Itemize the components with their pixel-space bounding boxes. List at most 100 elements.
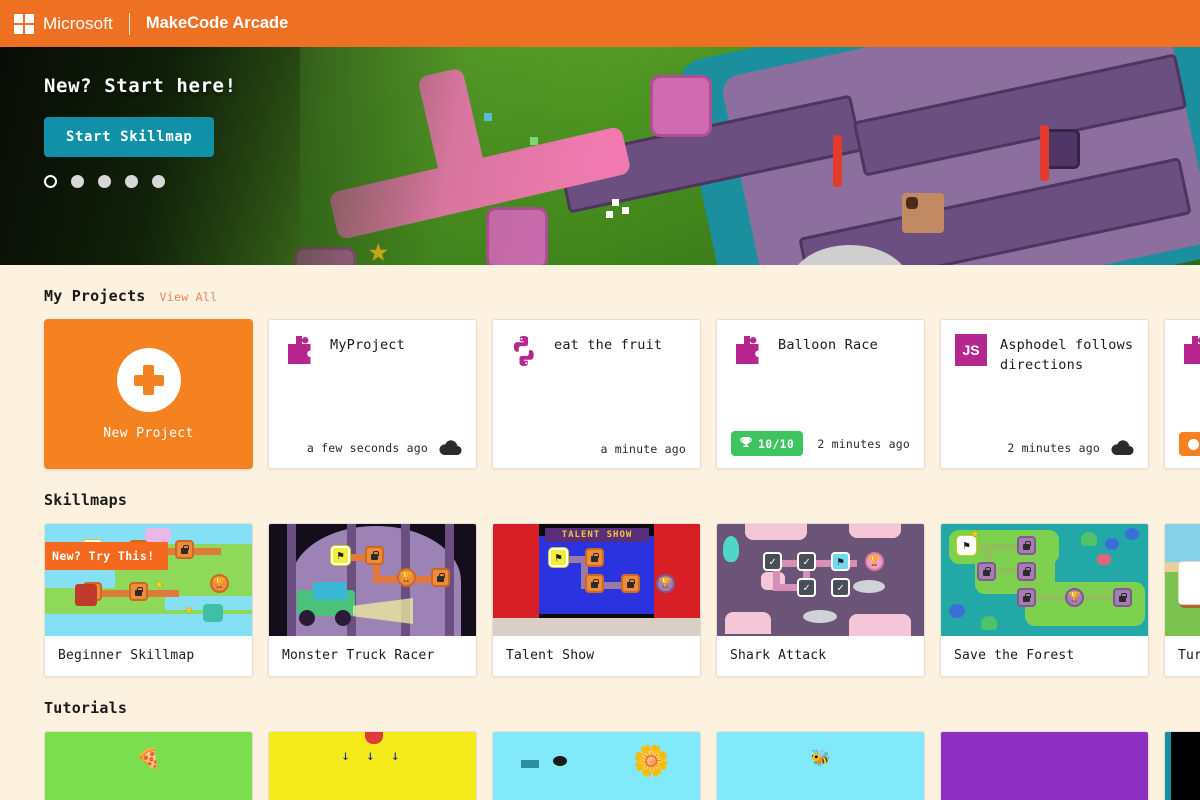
skillmap-thumbnail: ⚑ 🏆 ★ — [941, 524, 1148, 636]
skillmaps-header: Skillmaps — [44, 469, 1200, 523]
new-project-label: New Project — [103, 425, 194, 441]
project-card-header: eat the fruit — [507, 334, 686, 368]
carousel-dot-4[interactable] — [125, 175, 138, 188]
skillmap-thumbnail: ⚑ 🏆 ★ ★ — [45, 524, 252, 636]
page-content: My Projects View All New Project MyProje… — [0, 265, 1200, 800]
project-name: Balloon Race — [778, 337, 878, 353]
project-card-footer: 2 minutes ago — [955, 440, 1134, 456]
start-skillmap-button[interactable]: Start Skillmap — [44, 117, 215, 157]
blocks-puzzle-icon — [283, 334, 317, 368]
project-card-footer: a few seconds ago — [283, 440, 462, 456]
status-badge: 10/10 — [731, 431, 804, 456]
skillmap-name: Shark Attack — [730, 648, 827, 663]
skillmap-name: Talent Show — [506, 648, 595, 663]
tutorials-section: Tutorials 🍕 ↓ ↓ ↓ 🌼 🐝 — [0, 677, 1200, 800]
skillmap-thumbnail: ✓ ✓ ⚑ 🏆 ✓ ✓ — [717, 524, 924, 636]
tutorial-thumbnail: 🍕 — [45, 732, 252, 800]
project-card-header: Balloon Race — [731, 334, 910, 368]
tutorials-row: 🍕 ↓ ↓ ↓ 🌼 🐝 — [44, 731, 1200, 800]
skillmaps-row: New? Try This! ⚑ 🏆 ★ ★ — [44, 523, 1200, 677]
app-title[interactable]: MakeCode Arcade — [146, 14, 288, 33]
my-projects-row: New Project MyProject a few seconds ago — [44, 319, 1200, 469]
project-timestamp: a few seconds ago — [306, 441, 428, 455]
tutorial-card[interactable]: ↓ ↓ ↓ — [268, 731, 477, 800]
project-card-footer: 8/19 — [1179, 432, 1200, 456]
view-all-link[interactable]: View All — [160, 290, 218, 304]
flower-icon: 🌼 — [632, 744, 670, 779]
skillmap-thumbnail: TALENT SHOW ⚑ 🏆 — [493, 524, 700, 636]
project-card[interactable]: JS Asphodel follows directions 2 minutes… — [940, 319, 1149, 469]
plus-icon — [116, 347, 181, 412]
tutorial-thumbnail: 🐝 — [717, 732, 924, 800]
project-card[interactable]: eat the fruit a minute ago — [492, 319, 701, 469]
skillmaps-section: Skillmaps New? Try This! ⚑ 🏆 — [0, 469, 1200, 677]
new-try-this-ribbon: New? Try This! — [45, 542, 168, 570]
tutorial-card[interactable]: 🌼 — [492, 731, 701, 800]
carousel-dot-5[interactable] — [152, 175, 165, 188]
new-project-card[interactable]: New Project — [44, 319, 253, 469]
tutorial-card[interactable]: 🍕 — [44, 731, 253, 800]
skillmap-name: Monster Truck Racer — [282, 648, 435, 663]
project-card-footer: 10/10 2 minutes ago — [731, 431, 910, 456]
project-timestamp: 2 minutes ago — [817, 436, 910, 451]
carousel-dot-3[interactable] — [98, 175, 111, 188]
hero-carousel[interactable]: ★ New? Start here! Start Skillmap — [0, 47, 1200, 265]
javascript-icon: JS — [955, 334, 987, 366]
header-divider — [128, 12, 130, 35]
carousel-dot-1[interactable] — [44, 175, 57, 188]
badge-text: 10/10 — [758, 436, 795, 451]
section-title: Tutorials — [44, 699, 128, 717]
projects-carousel-next-button[interactable] — [1178, 561, 1200, 605]
skillmap-thumbnail: ⚑ 🏆 — [269, 524, 476, 636]
skillmap-card[interactable]: TALENT SHOW ⚑ 🏆 Talent Show — [492, 523, 701, 677]
microsoft-top-bar: Microsoft MakeCode Arcade — [0, 0, 1200, 47]
blocks-puzzle-icon — [1179, 334, 1200, 368]
section-title: My Projects — [44, 287, 146, 305]
project-name: MyProject — [330, 337, 405, 353]
project-card-header: JS Asphodel follows directions — [955, 334, 1134, 375]
skillmap-card[interactable]: ⚑ 🏆 Monster Truck Racer — [268, 523, 477, 677]
tutorial-card[interactable]: 🐝 — [716, 731, 925, 800]
tutorial-thumbnail: ↓ ↓ ↓ — [269, 732, 476, 800]
project-card-footer: a minute ago — [507, 442, 686, 456]
skillmap-name: Beginner Skillmap — [58, 648, 195, 663]
trophy-icon — [740, 436, 752, 451]
section-title: Skillmaps — [44, 491, 128, 509]
my-projects-section: My Projects View All New Project MyProje… — [0, 265, 1200, 469]
skillmap-name: Turkey D — [1178, 648, 1200, 663]
hero-content: New? Start here! Start Skillmap — [44, 75, 237, 188]
status-badge: 8/19 — [1179, 432, 1200, 456]
skillmap-name: Save the Forest — [954, 648, 1075, 663]
cloud-icon — [1110, 440, 1134, 456]
tutorial-card[interactable] — [1164, 731, 1200, 800]
cloud-icon — [438, 440, 462, 456]
skillmap-card[interactable]: ✓ ✓ ⚑ 🏆 ✓ ✓ Shark Attack — [716, 523, 925, 677]
thumbnail-title: TALENT SHOW — [545, 528, 649, 542]
tutorial-card[interactable] — [940, 731, 1149, 800]
project-card[interactable]: Cha 8/19 — [1164, 319, 1200, 469]
project-name: eat the fruit — [554, 337, 663, 353]
skillmap-card[interactable]: ⚑ 🏆 ★ Save the Forest — [940, 523, 1149, 677]
circle-icon — [1188, 438, 1199, 450]
tutorial-thumbnail — [1165, 732, 1200, 800]
carousel-dots[interactable] — [44, 175, 237, 188]
blocks-puzzle-icon — [731, 334, 765, 368]
microsoft-brand-label[interactable]: Microsoft — [43, 14, 113, 34]
project-card-header: Cha — [1179, 334, 1200, 368]
tutorial-thumbnail: 🌼 — [493, 732, 700, 800]
project-card[interactable]: MyProject a few seconds ago — [268, 319, 477, 469]
project-card-header: MyProject — [283, 334, 462, 368]
carousel-dot-2[interactable] — [71, 175, 84, 188]
hero-title: New? Start here! — [44, 75, 237, 97]
microsoft-logo-icon[interactable] — [14, 13, 34, 34]
skillmap-card[interactable]: New? Try This! ⚑ 🏆 ★ ★ — [44, 523, 253, 677]
pizza-icon: 🍕 — [136, 746, 161, 770]
tutorial-thumbnail — [941, 732, 1148, 800]
project-timestamp: a minute ago — [600, 442, 686, 456]
project-timestamp: 2 minutes ago — [1007, 441, 1100, 455]
arrows-icon: ↓ ↓ ↓ — [341, 748, 404, 764]
project-card[interactable]: Balloon Race 10/10 2 minutes ago — [716, 319, 925, 469]
python-icon — [507, 334, 541, 368]
project-name: Asphodel follows directions — [1000, 337, 1134, 373]
tutorials-header: Tutorials — [44, 677, 1200, 731]
